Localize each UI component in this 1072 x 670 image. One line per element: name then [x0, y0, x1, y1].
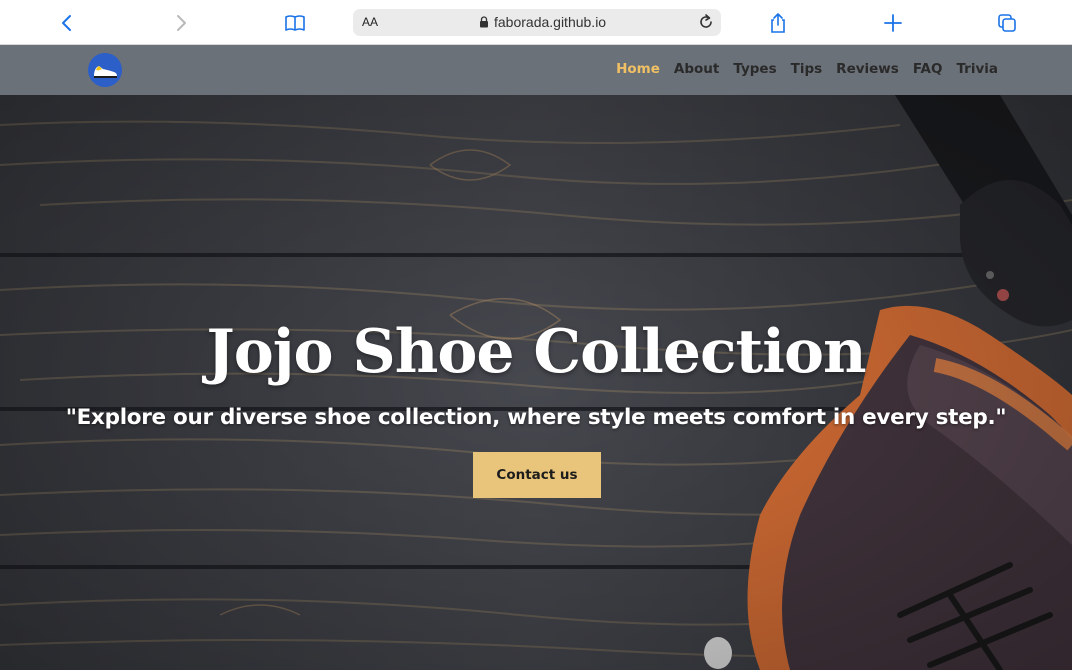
bookmarks-icon[interactable] [282, 10, 308, 36]
text-size-button[interactable]: AA [362, 15, 378, 29]
url-text: faborada.github.io [494, 14, 607, 30]
site-navbar: Home About Types Tips Reviews FAQ Trivia [0, 45, 1072, 95]
contact-us-button[interactable]: Contact us [473, 452, 601, 498]
nav-link-tips[interactable]: Tips [791, 61, 823, 77]
nav-link-about[interactable]: About [674, 61, 719, 77]
lock-icon [480, 16, 488, 28]
reload-icon[interactable] [696, 12, 716, 32]
nav-link-home[interactable]: Home [616, 61, 660, 77]
hero-title: Jojo Shoe Collection [206, 317, 866, 387]
nav-link-types[interactable]: Types [733, 61, 776, 77]
forward-icon[interactable] [168, 10, 194, 36]
shoe-logo[interactable] [88, 53, 122, 87]
hero-subtitle: "Explore our diverse shoe collection, wh… [65, 405, 1007, 430]
nav-link-trivia[interactable]: Trivia [956, 61, 998, 77]
tabs-icon[interactable] [994, 10, 1020, 36]
hero-section: Jojo Shoe Collection "Explore our divers… [0, 95, 1072, 670]
back-icon[interactable] [54, 10, 80, 36]
nav-links: Home About Types Tips Reviews FAQ Trivia [616, 61, 998, 77]
nav-link-reviews[interactable]: Reviews [836, 61, 899, 77]
nav-link-faq[interactable]: FAQ [913, 61, 943, 77]
share-icon[interactable] [765, 10, 791, 36]
new-tab-icon[interactable] [880, 10, 906, 36]
address-bar[interactable]: AA faborada.github.io [353, 9, 721, 36]
browser-toolbar: AA faborada.github.io [0, 0, 1072, 45]
